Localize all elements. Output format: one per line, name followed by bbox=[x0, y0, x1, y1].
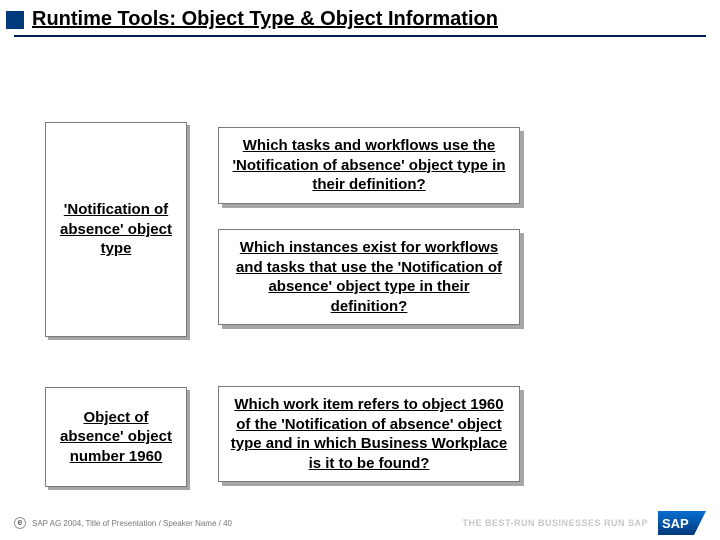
object-type-label: 'Notification of absence' object type bbox=[50, 200, 182, 259]
title-row: Runtime Tools: Object Type & Object Info… bbox=[0, 0, 720, 35]
content-area: 'Notification of absence' object type Wh… bbox=[0, 37, 720, 497]
slide-title: Runtime Tools: Object Type & Object Info… bbox=[32, 8, 498, 31]
question-workitem-text: Which work item refers to object 1960 of… bbox=[229, 395, 509, 473]
footer-left: e SAP AG 2004, Title of Presentation / S… bbox=[14, 517, 232, 529]
slide: Runtime Tools: Object Type & Object Info… bbox=[0, 0, 720, 540]
copyright-icon: e bbox=[14, 517, 26, 529]
title-bullet-square bbox=[6, 11, 24, 29]
sap-logo-text: SAP bbox=[662, 516, 689, 531]
footer-tagline: THE BEST-RUN BUSINESSES RUN SAP bbox=[462, 518, 648, 528]
question-tasks-workflows-box: Which tasks and workflows use the 'Notif… bbox=[218, 127, 520, 204]
question-instances-text: Which instances exist for workflows and … bbox=[229, 238, 509, 316]
question-workitem-box: Which work item refers to object 1960 of… bbox=[218, 386, 520, 482]
footer-right: THE BEST-RUN BUSINESSES RUN SAP SAP bbox=[462, 511, 706, 535]
footer: e SAP AG 2004, Title of Presentation / S… bbox=[0, 512, 720, 540]
footer-copyright-text: SAP AG 2004, Title of Presentation / Spe… bbox=[32, 519, 232, 528]
object-number-box: Object of absence' object number 1960 bbox=[45, 387, 187, 487]
sap-logo-icon: SAP bbox=[658, 511, 706, 535]
object-type-box: 'Notification of absence' object type bbox=[45, 122, 187, 337]
object-number-label: Object of absence' object number 1960 bbox=[50, 408, 182, 467]
question-tasks-workflows-text: Which tasks and workflows use the 'Notif… bbox=[229, 136, 509, 195]
question-instances-box: Which instances exist for workflows and … bbox=[218, 229, 520, 325]
